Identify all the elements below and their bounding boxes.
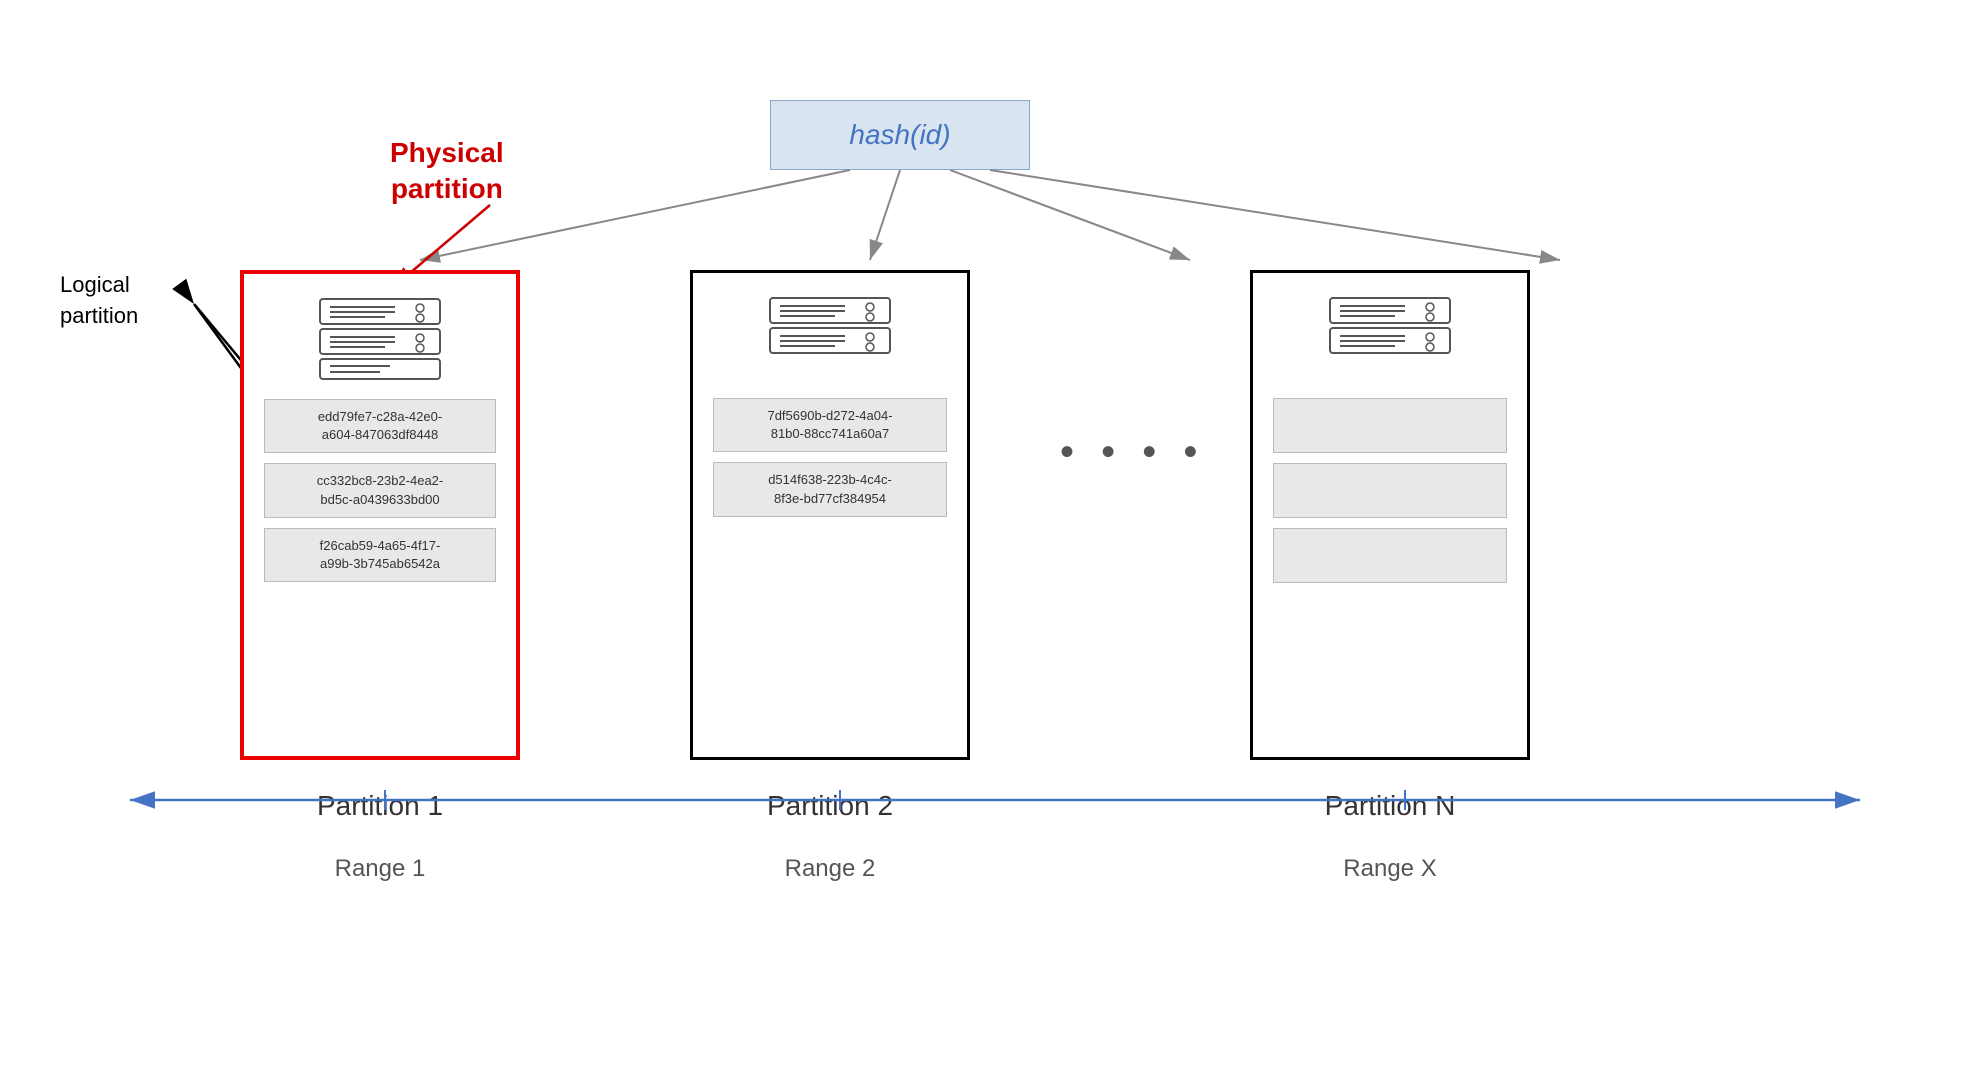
partition-n-row-3 [1273, 528, 1507, 583]
server-icon-n [1325, 293, 1455, 383]
partition-2-box: 7df5690b-d272-4a04-81b0-88cc741a60a7 d51… [690, 270, 970, 760]
partition-1-row-2: cc332bc8-23b2-4ea2-bd5c-a0439633bd00 [264, 463, 496, 517]
logical-partition-label: Logical partition [60, 270, 138, 332]
partition-1-range: Range 1 [240, 855, 520, 883]
ellipsis-dots: • • • • [1060, 430, 1205, 475]
hash-box: hash(id) [770, 100, 1030, 170]
hash-label: hash(id) [849, 119, 950, 151]
partition-1-row-3: f26cab59-4a65-4f17-a99b-3b745ab6542a [264, 528, 496, 582]
timeline-arrow [120, 780, 1870, 820]
partition-2-range: Range 2 [690, 855, 970, 883]
partition-n-box [1250, 270, 1530, 760]
partition-n-range: Range X [1250, 855, 1530, 883]
partition-1-box: edd79fe7-c28a-42e0-a604-847063df8448 cc3… [240, 270, 520, 760]
partition-2-row-2: d514f638-223b-4c4c-8f3e-bd77cf384954 [713, 462, 947, 516]
server-icon-2 [765, 293, 895, 383]
partition-2-row-1: 7df5690b-d272-4a04-81b0-88cc741a60a7 [713, 398, 947, 452]
partition-1-row-1: edd79fe7-c28a-42e0-a604-847063df8448 [264, 399, 496, 453]
partition-n-row-2 [1273, 463, 1507, 518]
server-icon-1 [315, 294, 445, 384]
partition-n-row-1 [1273, 398, 1507, 453]
physical-partition-label: Physical partition [390, 135, 504, 208]
diagram-container: hash(id) [0, 0, 1970, 1089]
